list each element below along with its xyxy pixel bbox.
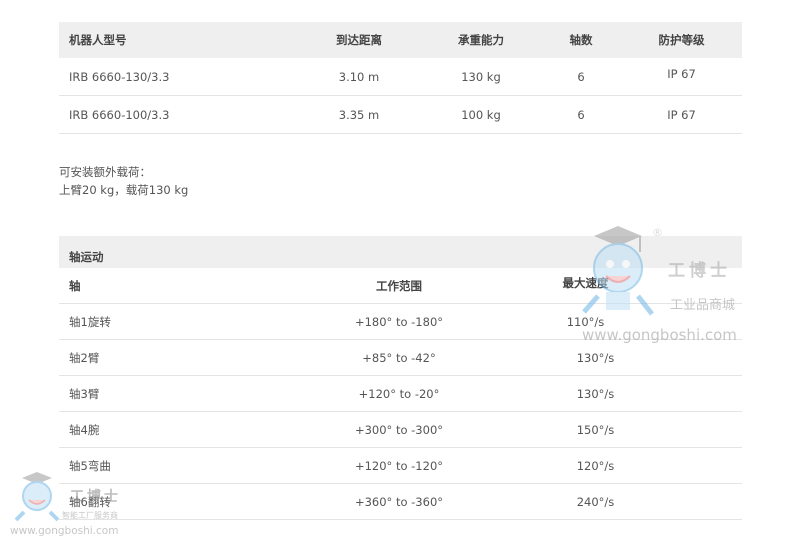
range-cell: +360° to -360° (354, 494, 444, 509)
watermark-center: ® 工博士 工业品商城 www.gongboshi.com (578, 222, 768, 347)
protection-cell: IP 67 (667, 107, 696, 122)
mascot-icon (14, 472, 60, 522)
header-axis: 轴 (69, 278, 81, 293)
watermark-brand: 工博士 (70, 489, 121, 505)
range-cell: +120° to -20° (358, 386, 440, 401)
header-reach: 到达距离 (336, 33, 382, 47)
watermark-url: www.gongboshi.com (582, 326, 737, 344)
spec-table: 机器人型号 到达距离 承重能力 轴数 防护等级 IRB 6660-130/3.3… (59, 22, 742, 134)
speed-cell: 120°/s (576, 458, 615, 473)
table-row: 轴4腕 +300° to -300° 150°/s (59, 412, 742, 448)
header-payload: 承重能力 (458, 33, 504, 47)
header-axes: 轴数 (569, 33, 593, 47)
watermark-tagline: 智能工厂服务商 (62, 511, 118, 520)
watermark-url: www.gongboshi.com (10, 525, 119, 537)
model-cell: IRB 6660-100/3.3 (69, 107, 170, 122)
reach-cell: 3.10 m (338, 69, 380, 84)
spec-table-header: 机器人型号 到达距离 承重能力 轴数 防护等级 (59, 22, 742, 58)
extra-load-detail: 上臂20 kg，载荷130 kg (59, 183, 189, 197)
range-cell: +180° to -180° (354, 314, 444, 329)
extra-load-title: 可安装额外载荷： (59, 165, 151, 179)
header-working-range: 工作范围 (376, 278, 422, 293)
speed-cell: 240°/s (576, 494, 615, 509)
header-model: 机器人型号 (69, 33, 127, 47)
range-cell: +300° to -300° (354, 422, 444, 437)
range-cell: +85° to -42° (362, 350, 436, 365)
table-row: 轴5弯曲 +120° to -120° 120°/s (59, 448, 742, 484)
axis-cell: 轴2臂 (69, 350, 100, 365)
table-row: IRB 6660-100/3.3 3.35 m 100 kg 6 IP 67 (59, 96, 742, 134)
speed-cell: 130°/s (576, 350, 615, 365)
table-row: IRB 6660-130/3.3 3.10 m 130 kg 6 IP 67 (59, 58, 742, 96)
range-cell: +120° to -120° (354, 458, 444, 473)
axes-cell: 6 (577, 69, 585, 84)
axis-section-title: 轴运动 (69, 250, 104, 264)
watermark-corner: 工博士 智能工厂服务商 www.gongboshi.com (8, 470, 148, 542)
model-cell: IRB 6660-130/3.3 (69, 69, 170, 84)
reach-cell: 3.35 m (338, 107, 380, 122)
extra-load-note: 可安装额外载荷： 上臂20 kg，载荷130 kg (59, 163, 188, 199)
registered-mark: ® (652, 226, 663, 239)
watermark-brand: 工博士 (668, 261, 731, 281)
watermark-tagline: 工业品商城 (670, 298, 736, 313)
speed-cell: 130°/s (576, 386, 615, 401)
mascot-icon (582, 226, 654, 316)
protection-cell: IP 67 (667, 66, 696, 81)
axis-cell: 轴4腕 (69, 422, 100, 437)
axis-cell: 轴3臂 (69, 386, 100, 401)
axes-cell: 6 (577, 107, 585, 122)
axis-cell: 轴1旋转 (69, 314, 111, 329)
table-row: 轴6翻转 +360° to -360° 240°/s (59, 484, 742, 520)
speed-cell: 150°/s (576, 422, 615, 437)
payload-cell: 100 kg (461, 107, 501, 122)
header-protection: 防护等级 (658, 33, 705, 47)
table-row: 轴3臂 +120° to -20° 130°/s (59, 376, 742, 412)
payload-cell: 130 kg (461, 69, 501, 84)
